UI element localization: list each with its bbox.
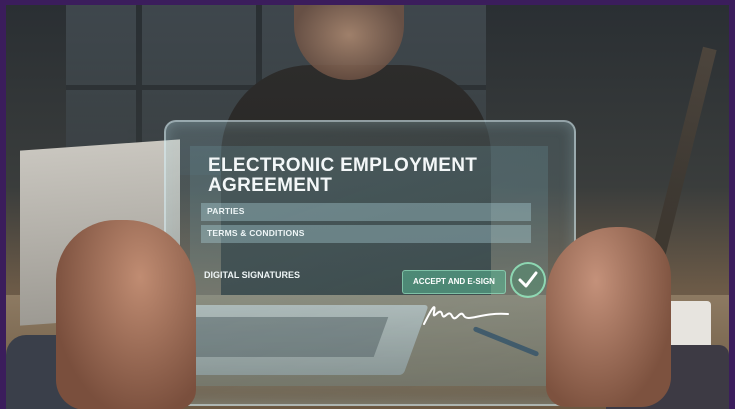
right-hand — [546, 227, 671, 407]
left-hand — [56, 220, 196, 409]
accept-button-label: ACCEPT AND E-SIGN — [413, 277, 495, 286]
section-parties[interactable]: PARTIES — [201, 203, 531, 221]
document-title: ELECTRONIC EMPLOYMENT AGREEMENT — [208, 156, 477, 196]
signature-icon — [423, 306, 509, 325]
glass-tablet: ELECTRONIC EMPLOYMENT AGREEMENT PARTIES … — [164, 120, 576, 406]
section-terms[interactable]: TERMS & CONDITIONS — [201, 225, 531, 243]
image-frame: ELECTRONIC EMPLOYMENT AGREEMENT PARTIES … — [0, 0, 735, 409]
checkmark-icon — [510, 262, 546, 298]
background-photo: ELECTRONIC EMPLOYMENT AGREEMENT PARTIES … — [6, 5, 729, 409]
section-label: TERMS & CONDITIONS — [207, 228, 305, 238]
signatures-label: DIGITAL SIGNATURES — [204, 270, 301, 280]
desk-lamp — [647, 46, 717, 274]
title-line-2: AGREEMENT — [208, 175, 333, 196]
title-line-1: ELECTRONIC EMPLOYMENT — [208, 155, 478, 176]
section-label: PARTIES — [207, 206, 245, 216]
accept-esign-button[interactable]: ACCEPT AND E-SIGN — [402, 270, 506, 294]
